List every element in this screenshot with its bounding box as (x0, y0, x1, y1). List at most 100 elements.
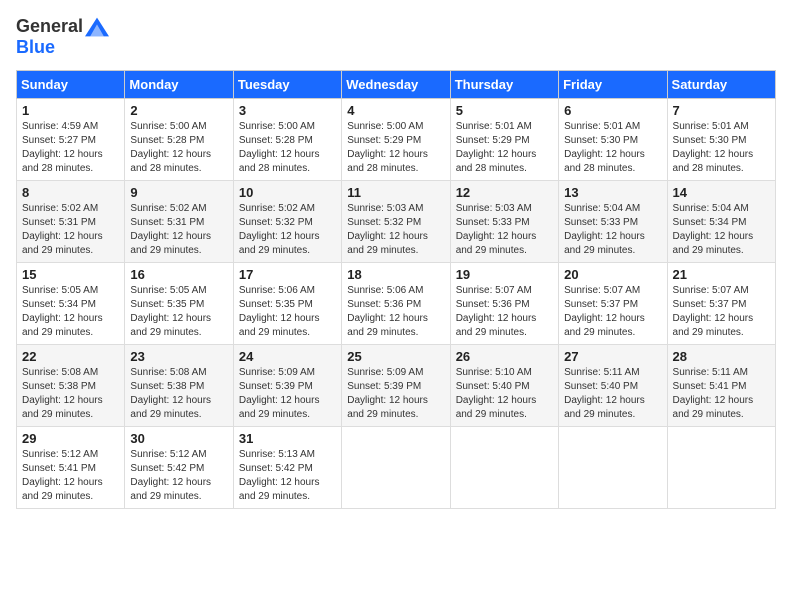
weekday-header-tuesday: Tuesday (233, 71, 341, 99)
weekday-header-row: SundayMondayTuesdayWednesdayThursdayFrid… (17, 71, 776, 99)
day-number: 31 (239, 431, 336, 446)
calendar-cell: 2 Sunrise: 5:00 AMSunset: 5:28 PMDaylight… (125, 99, 233, 181)
weekday-header-friday: Friday (559, 71, 667, 99)
day-number: 16 (130, 267, 227, 282)
calendar-cell: 11 Sunrise: 5:03 AMSunset: 5:32 PMDayligh… (342, 181, 450, 263)
logo-blue: Blue (16, 37, 55, 58)
day-info: Sunrise: 5:04 AMSunset: 5:33 PMDaylight:… (564, 202, 661, 258)
day-number: 5 (456, 103, 553, 118)
day-number: 7 (673, 103, 770, 118)
calendar-cell: 18 Sunrise: 5:06 AMSunset: 5:36 PMDayligh… (342, 263, 450, 345)
header: General Blue (16, 16, 776, 58)
calendar-cell: 6Sunrise: 5:01 AMSunset: 5:30 PMDaylight… (559, 99, 667, 181)
day-number: 18 (347, 267, 444, 282)
day-info: Sunrise: 5:02 AMSunset: 5:32 PMDaylight:… (239, 202, 336, 258)
calendar-cell: 13 Sunrise: 5:04 AMSunset: 5:33 PMDayligh… (559, 181, 667, 263)
day-number: 27 (564, 349, 661, 364)
calendar-body: 1 Sunrise: 4:59 AMSunset: 5:27 PMDaylight… (17, 99, 776, 509)
day-info: Sunrise: 5:09 AMSunset: 5:39 PMDaylight:… (347, 366, 444, 422)
calendar-cell: 31 Sunrise: 5:13 AMSunset: 5:42 PMDayligh… (233, 427, 341, 509)
weekday-header-thursday: Thursday (450, 71, 558, 99)
weekday-header-monday: Monday (125, 71, 233, 99)
day-number: 22 (22, 349, 119, 364)
day-info: Sunrise: 5:09 AMSunset: 5:39 PMDaylight:… (239, 366, 336, 422)
day-info: Sunrise: 5:12 AMSunset: 5:42 PMDaylight:… (130, 448, 227, 504)
calendar-cell: 29Sunrise: 5:12 AMSunset: 5:41 PMDayligh… (17, 427, 125, 509)
calendar-cell: 27 Sunrise: 5:11 AMSunset: 5:40 PMDayligh… (559, 345, 667, 427)
calendar-cell: 5 Sunrise: 5:01 AMSunset: 5:29 PMDaylight… (450, 99, 558, 181)
calendar-cell (559, 427, 667, 509)
calendar-cell: 1 Sunrise: 4:59 AMSunset: 5:27 PMDaylight… (17, 99, 125, 181)
calendar-cell: 25Sunrise: 5:09 AMSunset: 5:39 PMDayligh… (342, 345, 450, 427)
calendar-cell: 4 Sunrise: 5:00 AMSunset: 5:29 PMDaylight… (342, 99, 450, 181)
day-number: 26 (456, 349, 553, 364)
calendar-cell: 24 Sunrise: 5:09 AMSunset: 5:39 PMDayligh… (233, 345, 341, 427)
calendar-cell: 16 Sunrise: 5:05 AMSunset: 5:35 PMDayligh… (125, 263, 233, 345)
calendar-cell: 23 Sunrise: 5:08 AMSunset: 5:38 PMDayligh… (125, 345, 233, 427)
calendar-week-2: 8 Sunrise: 5:02 AMSunset: 5:31 PMDaylight… (17, 181, 776, 263)
day-info: Sunrise: 5:07 AMSunset: 5:36 PMDaylight:… (456, 284, 553, 340)
calendar-cell (667, 427, 775, 509)
day-info: Sunrise: 5:11 AMSunset: 5:40 PMDaylight:… (564, 366, 661, 422)
day-number: 8 (22, 185, 119, 200)
day-number: 9 (130, 185, 227, 200)
day-info: Sunrise: 5:01 AMSunset: 5:29 PMDaylight:… (456, 120, 553, 176)
day-info: Sunrise: 5:06 AMSunset: 5:35 PMDaylight:… (239, 284, 336, 340)
day-number: 4 (347, 103, 444, 118)
day-number: 12 (456, 185, 553, 200)
calendar-cell: 26 Sunrise: 5:10 AMSunset: 5:40 PMDayligh… (450, 345, 558, 427)
calendar-week-4: 22 Sunrise: 5:08 AMSunset: 5:38 PMDayligh… (17, 345, 776, 427)
day-info: Sunrise: 5:00 AMSunset: 5:28 PMDaylight:… (130, 120, 227, 176)
calendar-cell: 28Sunrise: 5:11 AMSunset: 5:41 PMDayligh… (667, 345, 775, 427)
day-info: Sunrise: 4:59 AMSunset: 5:27 PMDaylight:… (22, 120, 119, 176)
day-number: 1 (22, 103, 119, 118)
calendar-cell: 20 Sunrise: 5:07 AMSunset: 5:37 PMDayligh… (559, 263, 667, 345)
day-info: Sunrise: 5:05 AMSunset: 5:35 PMDaylight:… (130, 284, 227, 340)
day-number: 13 (564, 185, 661, 200)
calendar-cell: 9 Sunrise: 5:02 AMSunset: 5:31 PMDaylight… (125, 181, 233, 263)
day-number: 3 (239, 103, 336, 118)
calendar-week-1: 1 Sunrise: 4:59 AMSunset: 5:27 PMDaylight… (17, 99, 776, 181)
day-info: Sunrise: 5:02 AMSunset: 5:31 PMDaylight:… (130, 202, 227, 258)
day-info: Sunrise: 5:00 AMSunset: 5:28 PMDaylight:… (239, 120, 336, 176)
day-info: Sunrise: 5:06 AMSunset: 5:36 PMDaylight:… (347, 284, 444, 340)
day-number: 20 (564, 267, 661, 282)
day-info: Sunrise: 5:08 AMSunset: 5:38 PMDaylight:… (22, 366, 119, 422)
calendar-cell (342, 427, 450, 509)
day-number: 2 (130, 103, 227, 118)
calendar-cell: 15Sunrise: 5:05 AMSunset: 5:34 PMDayligh… (17, 263, 125, 345)
day-info: Sunrise: 5:00 AMSunset: 5:29 PMDaylight:… (347, 120, 444, 176)
day-number: 17 (239, 267, 336, 282)
day-info: Sunrise: 5:01 AMSunset: 5:30 PMDaylight:… (673, 120, 770, 176)
day-info: Sunrise: 5:13 AMSunset: 5:42 PMDaylight:… (239, 448, 336, 504)
calendar-cell: 12 Sunrise: 5:03 AMSunset: 5:33 PMDayligh… (450, 181, 558, 263)
day-number: 29 (22, 431, 119, 446)
day-info: Sunrise: 5:04 AMSunset: 5:34 PMDaylight:… (673, 202, 770, 258)
calendar-cell: 17 Sunrise: 5:06 AMSunset: 5:35 PMDayligh… (233, 263, 341, 345)
calendar-cell: 3 Sunrise: 5:00 AMSunset: 5:28 PMDaylight… (233, 99, 341, 181)
calendar-table: SundayMondayTuesdayWednesdayThursdayFrid… (16, 70, 776, 509)
day-number: 28 (673, 349, 770, 364)
day-number: 6 (564, 103, 661, 118)
calendar-cell: 21Sunrise: 5:07 AMSunset: 5:37 PMDayligh… (667, 263, 775, 345)
logo-general: General (16, 16, 83, 37)
day-info: Sunrise: 5:07 AMSunset: 5:37 PMDaylight:… (673, 284, 770, 340)
calendar-cell: 10Sunrise: 5:02 AMSunset: 5:32 PMDayligh… (233, 181, 341, 263)
calendar-cell: 22 Sunrise: 5:08 AMSunset: 5:38 PMDayligh… (17, 345, 125, 427)
day-info: Sunrise: 5:02 AMSunset: 5:31 PMDaylight:… (22, 202, 119, 258)
day-info: Sunrise: 5:07 AMSunset: 5:37 PMDaylight:… (564, 284, 661, 340)
day-info: Sunrise: 5:03 AMSunset: 5:33 PMDaylight:… (456, 202, 553, 258)
day-info: Sunrise: 5:03 AMSunset: 5:32 PMDaylight:… (347, 202, 444, 258)
day-info: Sunrise: 5:08 AMSunset: 5:38 PMDaylight:… (130, 366, 227, 422)
day-number: 11 (347, 185, 444, 200)
logo: General Blue (16, 16, 109, 58)
logo-icon (85, 17, 109, 37)
day-number: 19 (456, 267, 553, 282)
weekday-header-wednesday: Wednesday (342, 71, 450, 99)
day-number: 23 (130, 349, 227, 364)
day-info: Sunrise: 5:10 AMSunset: 5:40 PMDaylight:… (456, 366, 553, 422)
calendar-cell: 30Sunrise: 5:12 AMSunset: 5:42 PMDayligh… (125, 427, 233, 509)
calendar-cell (450, 427, 558, 509)
day-number: 24 (239, 349, 336, 364)
calendar-cell: 7 Sunrise: 5:01 AMSunset: 5:30 PMDaylight… (667, 99, 775, 181)
